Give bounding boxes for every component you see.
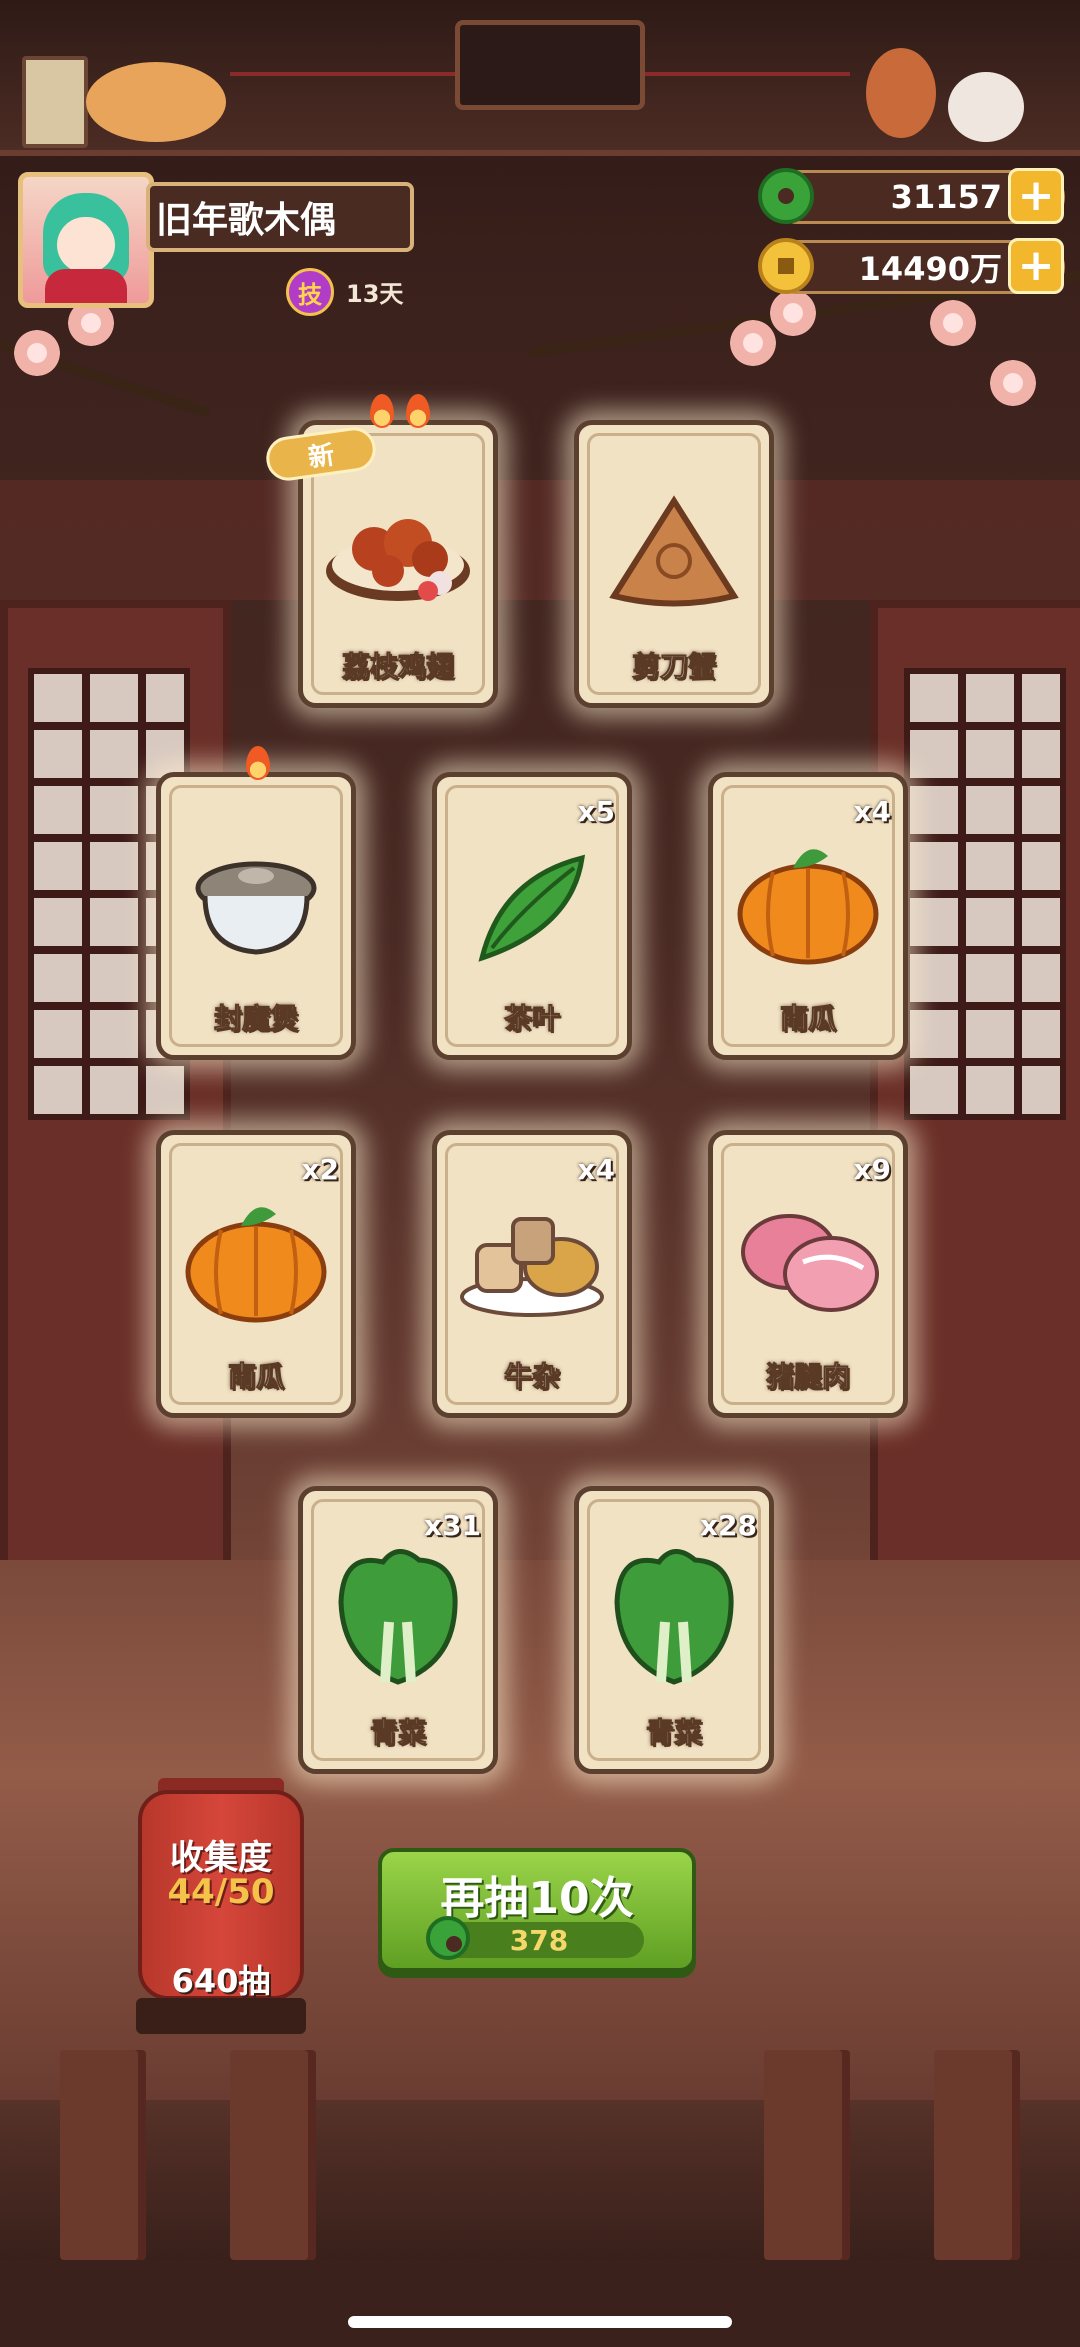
draw-cost: 378 <box>426 1916 644 1960</box>
reward-card[interactable]: x9 猪腿肉 <box>708 1130 908 1418</box>
reward-card[interactable]: x28 青菜 <box>574 1486 774 1774</box>
window-lattice <box>904 668 1066 1120</box>
beef-offal-icon <box>457 1201 607 1325</box>
add-coin-button[interactable]: + <box>1008 238 1064 294</box>
reward-card[interactable]: 封魔煲 <box>156 772 356 1060</box>
card-name: 封魔煲 <box>213 1002 298 1036</box>
coin-amount: 14490万 <box>858 250 1002 288</box>
door-right <box>870 600 1080 1606</box>
card-count: x5 <box>577 795 615 828</box>
flame-icon <box>406 394 430 428</box>
door-left <box>0 600 231 1606</box>
card-count: x9 <box>853 1153 891 1186</box>
blossom-icon <box>990 360 1036 406</box>
pumpkin-icon <box>181 1196 331 1330</box>
portrait-frame-icon <box>455 20 645 110</box>
scissor-crab-icon <box>604 491 744 615</box>
jade-amount: 31157 <box>890 178 1002 216</box>
fence-post <box>230 2050 316 2260</box>
wall-band <box>0 480 1080 600</box>
fence-post <box>60 2050 146 2260</box>
add-jade-button[interactable]: + <box>1008 168 1064 224</box>
home-indicator[interactable] <box>348 2316 732 2328</box>
card-count: x28 <box>699 1509 757 1542</box>
draw-again-label: 再抽10次 <box>440 1873 634 1924</box>
jade-icon <box>758 168 814 224</box>
skill-time: 13天 <box>346 280 404 308</box>
card-count: x2 <box>301 1153 339 1186</box>
flame-icon <box>370 394 394 428</box>
card-name: 青菜 <box>369 1716 426 1750</box>
collection-draws: 640抽 <box>171 1962 271 2000</box>
paw-scroll-icon[interactable] <box>22 56 88 148</box>
card-name: 青菜 <box>645 1716 702 1750</box>
card-name: 荔枝鸡翅 <box>341 650 454 684</box>
reward-card[interactable]: x4 南瓜 <box>708 772 908 1060</box>
lantern-stand <box>136 1998 306 2034</box>
card-name: 南瓜 <box>779 1002 836 1036</box>
card-count: x31 <box>423 1509 481 1542</box>
card-count: x4 <box>577 1153 615 1186</box>
orange-cat-icon <box>86 62 226 142</box>
card-name: 南瓜 <box>227 1360 284 1394</box>
fence-post <box>764 2050 850 2260</box>
reward-card[interactable]: 剪刀蟹 <box>574 420 774 708</box>
bok-choy-icon <box>323 1542 473 1696</box>
collection-progress: 44/50 <box>167 1872 275 1912</box>
card-name: 茶叶 <box>503 1002 560 1036</box>
pork-leg-icon <box>733 1206 883 1320</box>
card-name: 猪腿肉 <box>765 1360 850 1394</box>
draw-cost-amount: 378 <box>509 1924 569 1957</box>
draw-again-button[interactable]: 再抽10次 378 <box>378 1848 696 1972</box>
sealed-pot-icon <box>191 848 321 962</box>
coin-icon <box>758 238 814 294</box>
card-name: 剪刀蟹 <box>631 650 716 684</box>
blossom-icon <box>730 320 776 366</box>
player-avatar[interactable] <box>18 172 154 308</box>
avatar-face <box>57 217 115 273</box>
player-name[interactable]: 旧年歌木偶 <box>146 182 414 252</box>
reward-card[interactable]: x31 青菜 <box>298 1486 498 1774</box>
bottom-bar <box>0 2260 1080 2347</box>
skill-badge-icon[interactable]: 技 <box>286 268 334 316</box>
bok-choy-icon <box>599 1542 749 1696</box>
reward-card[interactable]: x2 南瓜 <box>156 1130 356 1418</box>
reward-card[interactable]: x4 牛杂 <box>432 1130 632 1418</box>
blossom-icon <box>770 290 816 336</box>
lychee-chicken-wings-icon <box>318 491 478 615</box>
tea-leaf-icon <box>462 838 602 972</box>
pumpkin-icon <box>733 838 883 972</box>
reward-card[interactable]: x5 茶叶 <box>432 772 632 1060</box>
avatar-dress <box>45 269 127 303</box>
card-count: x4 <box>853 795 891 828</box>
blossom-icon <box>930 300 976 346</box>
fence-post <box>934 2050 1020 2260</box>
npc-boy-icon <box>866 48 936 138</box>
blossom-icon <box>14 330 60 376</box>
flame-icon <box>246 746 270 780</box>
card-name: 牛杂 <box>503 1360 560 1394</box>
white-cat-icon <box>948 72 1024 142</box>
